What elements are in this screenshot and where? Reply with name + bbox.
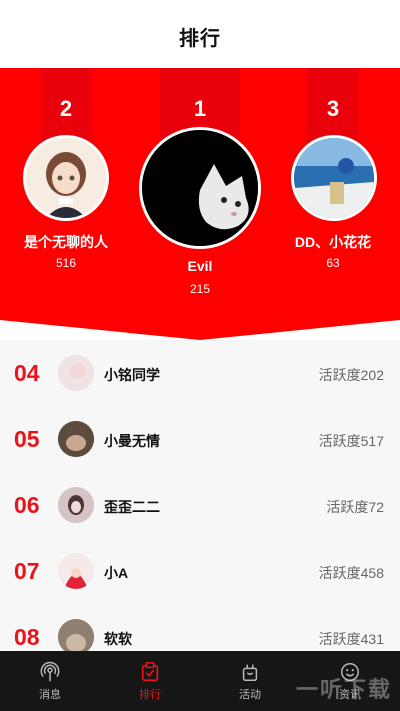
tab-label: 活动 <box>239 688 261 701</box>
user-avatar <box>58 553 94 589</box>
list-item[interactable]: 08 软软 活跃度431 <box>0 604 400 651</box>
broadcast-icon <box>40 661 60 681</box>
list-item[interactable]: 06 歪歪二二 活跃度72 <box>0 472 400 538</box>
top-three-podium: 2 1 3 是个无聊的人 516 Evil 215 DD、小花花 63 <box>0 68 400 340</box>
list-rank: 06 <box>14 492 40 518</box>
user-avatar <box>58 619 94 651</box>
list-username: 小曼无情 <box>104 433 160 449</box>
list-item[interactable]: 07 小A 活跃度458 <box>0 538 400 604</box>
list-activity: 活跃度517 <box>318 433 384 449</box>
podium-score-1: 215 <box>189 282 211 296</box>
list-activity: 活跃度431 <box>318 631 384 647</box>
list-item[interactable]: 04 小铭同学 活跃度202 <box>0 340 400 406</box>
app-header: 排行 <box>0 0 400 68</box>
podium-score-3: 63 <box>326 256 340 270</box>
list-username: 软软 <box>104 631 132 647</box>
list-activity: 活跃度458 <box>318 565 384 581</box>
user-avatar <box>58 421 94 457</box>
anime-girl-avatar-image <box>26 138 106 218</box>
list-username: 小铭同学 <box>104 367 160 383</box>
podium-avatar-3[interactable] <box>291 135 377 221</box>
rank-icon <box>141 661 159 681</box>
tab-activities[interactable]: 活动 <box>200 651 300 711</box>
user-avatar <box>58 487 94 523</box>
podium-score-2: 516 <box>55 256 77 270</box>
santorini-avatar-image <box>294 138 374 218</box>
podium-avatar-1[interactable] <box>139 127 261 249</box>
site-watermark: 一听下载 <box>295 677 392 702</box>
page-title: 排行 <box>179 27 221 50</box>
tab-messages[interactable]: 消息 <box>0 651 100 711</box>
tab-label: 消息 <box>39 688 61 701</box>
podium-name-3: DD、小花花 <box>294 234 372 250</box>
list-rank: 07 <box>14 558 40 584</box>
tab-ranking[interactable]: 排行 <box>100 651 200 711</box>
list-username: 小A <box>104 565 129 581</box>
user-avatar <box>58 355 94 391</box>
list-rank: 05 <box>14 426 40 452</box>
ranking-list: 04 小铭同学 活跃度202 05 小曼无情 活跃度517 06 歪歪二二 活跃… <box>0 340 400 651</box>
list-rank: 04 <box>14 360 40 386</box>
podium-name-1: Evil <box>187 258 213 274</box>
list-activity: 活跃度72 <box>326 499 384 515</box>
tab-label: 排行 <box>139 688 161 701</box>
podium-name-2: 是个无聊的人 <box>24 234 108 250</box>
white-cat-avatar-image <box>142 130 258 246</box>
podium-avatar-2[interactable] <box>23 135 109 221</box>
list-activity: 活跃度202 <box>318 367 384 383</box>
list-rank: 08 <box>14 624 40 650</box>
list-item[interactable]: 05 小曼无情 活跃度517 <box>0 406 400 472</box>
list-username: 歪歪二二 <box>104 499 160 515</box>
bag-icon <box>242 664 258 681</box>
